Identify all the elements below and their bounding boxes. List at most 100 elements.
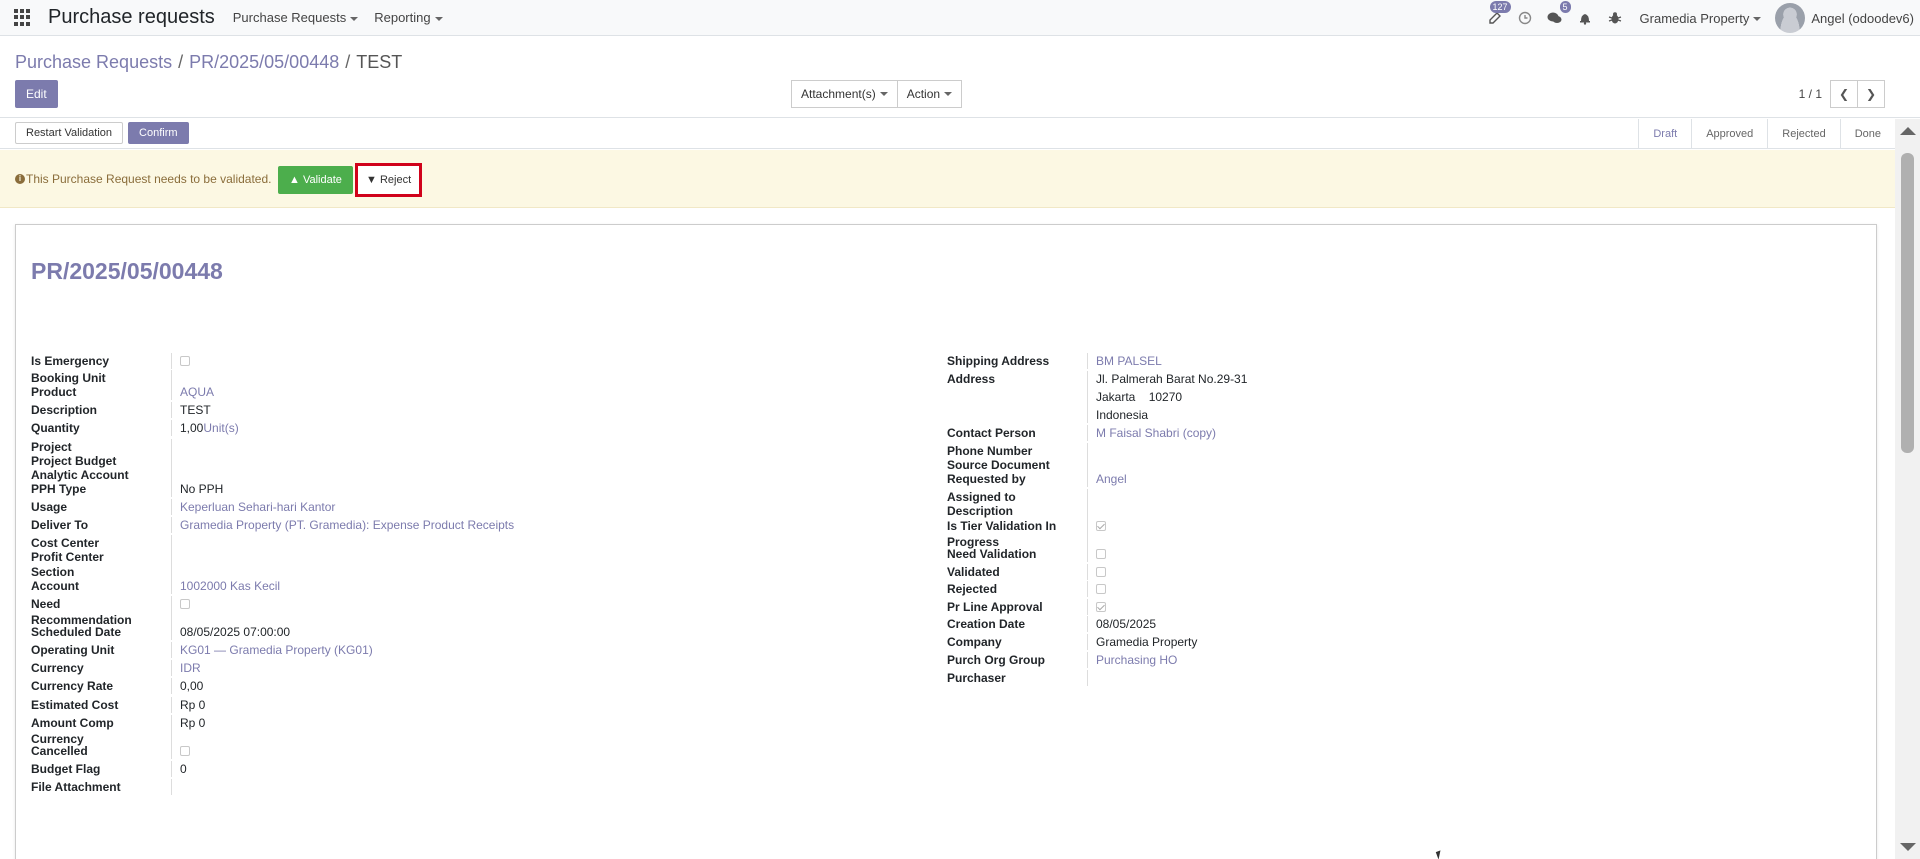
scroll-down-arrow-icon[interactable]	[1900, 843, 1916, 851]
value-text[interactable]: Angel	[1096, 472, 1127, 486]
field-value-need-validation	[1087, 546, 1827, 562]
reject-button[interactable]: ▼ Reject	[355, 163, 423, 197]
address-line: Jakarta 10270	[1096, 390, 1183, 404]
pager-previous-button[interactable]: ❮	[1830, 80, 1858, 108]
value-text[interactable]: 1002000 Kas Kecil	[180, 579, 280, 593]
value-text[interactable]: Gramedia Property (PT. Gramedia): Expens…	[180, 518, 514, 532]
menu-purchase-requests[interactable]: Purchase Requests	[233, 10, 359, 25]
messages-badge: 5	[1559, 1, 1571, 13]
field-value-contact-person: M Faisal Shabri (copy)	[1087, 425, 1827, 441]
checkbox-cancelled[interactable]	[180, 746, 190, 756]
field-row-purch-org-group: Purch Org Group Purchasing HO	[947, 652, 1827, 668]
caret-down-icon	[434, 16, 443, 21]
field-label: Rejected	[947, 582, 998, 596]
field-label: Need Recommendation	[31, 597, 132, 627]
field-value-purch-org-group: Purchasing HO	[1087, 652, 1827, 668]
field-label: Currency	[31, 661, 84, 675]
checkbox-is-tier-validation-in-progress[interactable]	[1096, 521, 1106, 531]
user-menu[interactable]: Angel (odoodev6)	[1811, 11, 1914, 26]
restart-validation-button[interactable]: Restart Validation	[15, 122, 124, 144]
field-value-validated	[1087, 564, 1827, 580]
record-title: PR/2025/05/00448	[31, 258, 223, 284]
value-text[interactable]: BM PALSEL	[1096, 354, 1162, 368]
value-text[interactable]: AQUA	[180, 385, 214, 399]
attachments-button[interactable]: Attachment(s)	[791, 80, 898, 108]
value-text: 0	[180, 762, 187, 776]
value-text: Rp 0	[180, 716, 206, 730]
pager-next-button[interactable]: ❯	[1857, 80, 1885, 108]
caret-down-icon	[1753, 17, 1762, 22]
field-value-pph-type: No PPH	[171, 481, 911, 497]
stage-done[interactable]: Done	[1839, 119, 1895, 149]
field-value-is-emergency	[171, 353, 911, 369]
field-row-address: Address Jl. Palmerah Barat No.29-31 Jakart…	[947, 371, 1827, 423]
address-line: Jl. Palmerah Barat No.29-31	[1096, 372, 1248, 386]
stage-rejected[interactable]: Rejected	[1767, 119, 1839, 149]
breadcrumb-current: TEST	[356, 52, 403, 72]
value-text[interactable]: IDR	[180, 661, 201, 675]
bell-icon[interactable]	[1577, 10, 1593, 26]
breadcrumb-separator: /	[178, 52, 184, 72]
field-label: Amount Comp Currency	[31, 716, 114, 746]
value-text: 1,00	[180, 421, 204, 435]
stage-approved[interactable]: Approved	[1691, 119, 1767, 149]
field-value-shipping-address: BM PALSEL	[1087, 353, 1827, 369]
field-row-description: Description	[947, 503, 1827, 519]
field-value-requested-by: Angel	[1087, 471, 1827, 487]
field-row-company: Company Gramedia Property	[947, 634, 1827, 650]
value-text[interactable]: Keperluan Sehari-hari Kantor	[180, 500, 335, 514]
checkbox-rejected[interactable]	[1096, 584, 1106, 594]
checkbox-validated[interactable]	[1096, 567, 1106, 577]
messages-icon[interactable]: 5	[1547, 1, 1571, 26]
field-label: Validated	[947, 565, 1000, 579]
avatar[interactable]	[1775, 3, 1806, 33]
field-label: Account	[31, 579, 79, 593]
confirm-button[interactable]: Confirm	[128, 122, 189, 144]
action-button[interactable]: Action	[896, 80, 963, 108]
scrollbar-thumb[interactable]	[1901, 153, 1914, 453]
validate-button[interactable]: ▲ Validate	[278, 166, 353, 194]
field-value-creation-date: 08/05/2025	[1087, 616, 1827, 632]
menu-reporting[interactable]: Reporting	[374, 10, 443, 25]
edit-button[interactable]: Edit	[15, 80, 58, 108]
breadcrumb-separator: /	[345, 52, 351, 72]
stage-draft[interactable]: Draft	[1638, 119, 1691, 149]
value-text: Gramedia Property	[1096, 635, 1198, 649]
field-value-description	[1087, 503, 1827, 519]
checkbox-need-validation[interactable]	[1096, 549, 1106, 559]
field-row-currency: Currency IDR	[31, 660, 911, 676]
scrollbar[interactable]	[1895, 119, 1920, 859]
checkbox-need-recommendation[interactable]	[180, 599, 190, 609]
unit-link[interactable]: Unit(s)	[203, 421, 238, 435]
top-navbar: Purchase requests Purchase Requests Repo…	[0, 0, 1920, 36]
company-switcher[interactable]: Gramedia Property	[1640, 11, 1762, 26]
validation-alert: i This Purchase Request needs to be vali…	[0, 150, 1895, 208]
clock-icon[interactable]	[1517, 10, 1533, 26]
checkbox-is-emergency[interactable]	[180, 356, 190, 366]
value-text[interactable]: M Faisal Shabri (copy)	[1096, 426, 1216, 440]
value-text[interactable]: KG01 — Gramedia Property (KG01)	[180, 643, 373, 657]
checkbox-pr-line-approval[interactable]	[1096, 602, 1106, 612]
field-row-validated: Validated	[947, 564, 1827, 580]
activity-edit-icon[interactable]: 127	[1487, 1, 1511, 26]
field-row-shipping-address: Shipping Address BM PALSEL	[947, 353, 1827, 369]
bug-icon[interactable]	[1607, 10, 1623, 26]
value-text: TEST	[180, 403, 211, 417]
value-text[interactable]: Purchasing HO	[1096, 653, 1177, 667]
apps-menu-icon[interactable]	[14, 8, 32, 27]
pager-value[interactable]: 1 / 1	[1799, 87, 1822, 101]
scroll-up-arrow-icon[interactable]	[1900, 127, 1916, 135]
field-row-budget-flag: Budget Flag 0	[31, 761, 911, 777]
status-stages: Draft Approved Rejected Done	[1638, 119, 1895, 149]
breadcrumb-purchase-requests[interactable]: Purchase Requests	[15, 52, 172, 73]
field-label: Purchaser	[947, 671, 1006, 685]
field-label: File Attachment	[31, 780, 121, 794]
breadcrumb-record[interactable]: PR/2025/05/00448	[189, 52, 339, 73]
field-row-currency-rate: Currency Rate 0,00	[31, 678, 911, 694]
field-label: PPH Type	[31, 482, 87, 496]
field-label: Address	[947, 372, 996, 386]
thumbs-down-icon: ▼	[366, 174, 377, 186]
field-label: Requested by	[947, 472, 1026, 486]
pager: 1 / 1 ❮ ❯	[1799, 80, 1885, 108]
app-title: Purchase requests	[48, 6, 215, 28]
